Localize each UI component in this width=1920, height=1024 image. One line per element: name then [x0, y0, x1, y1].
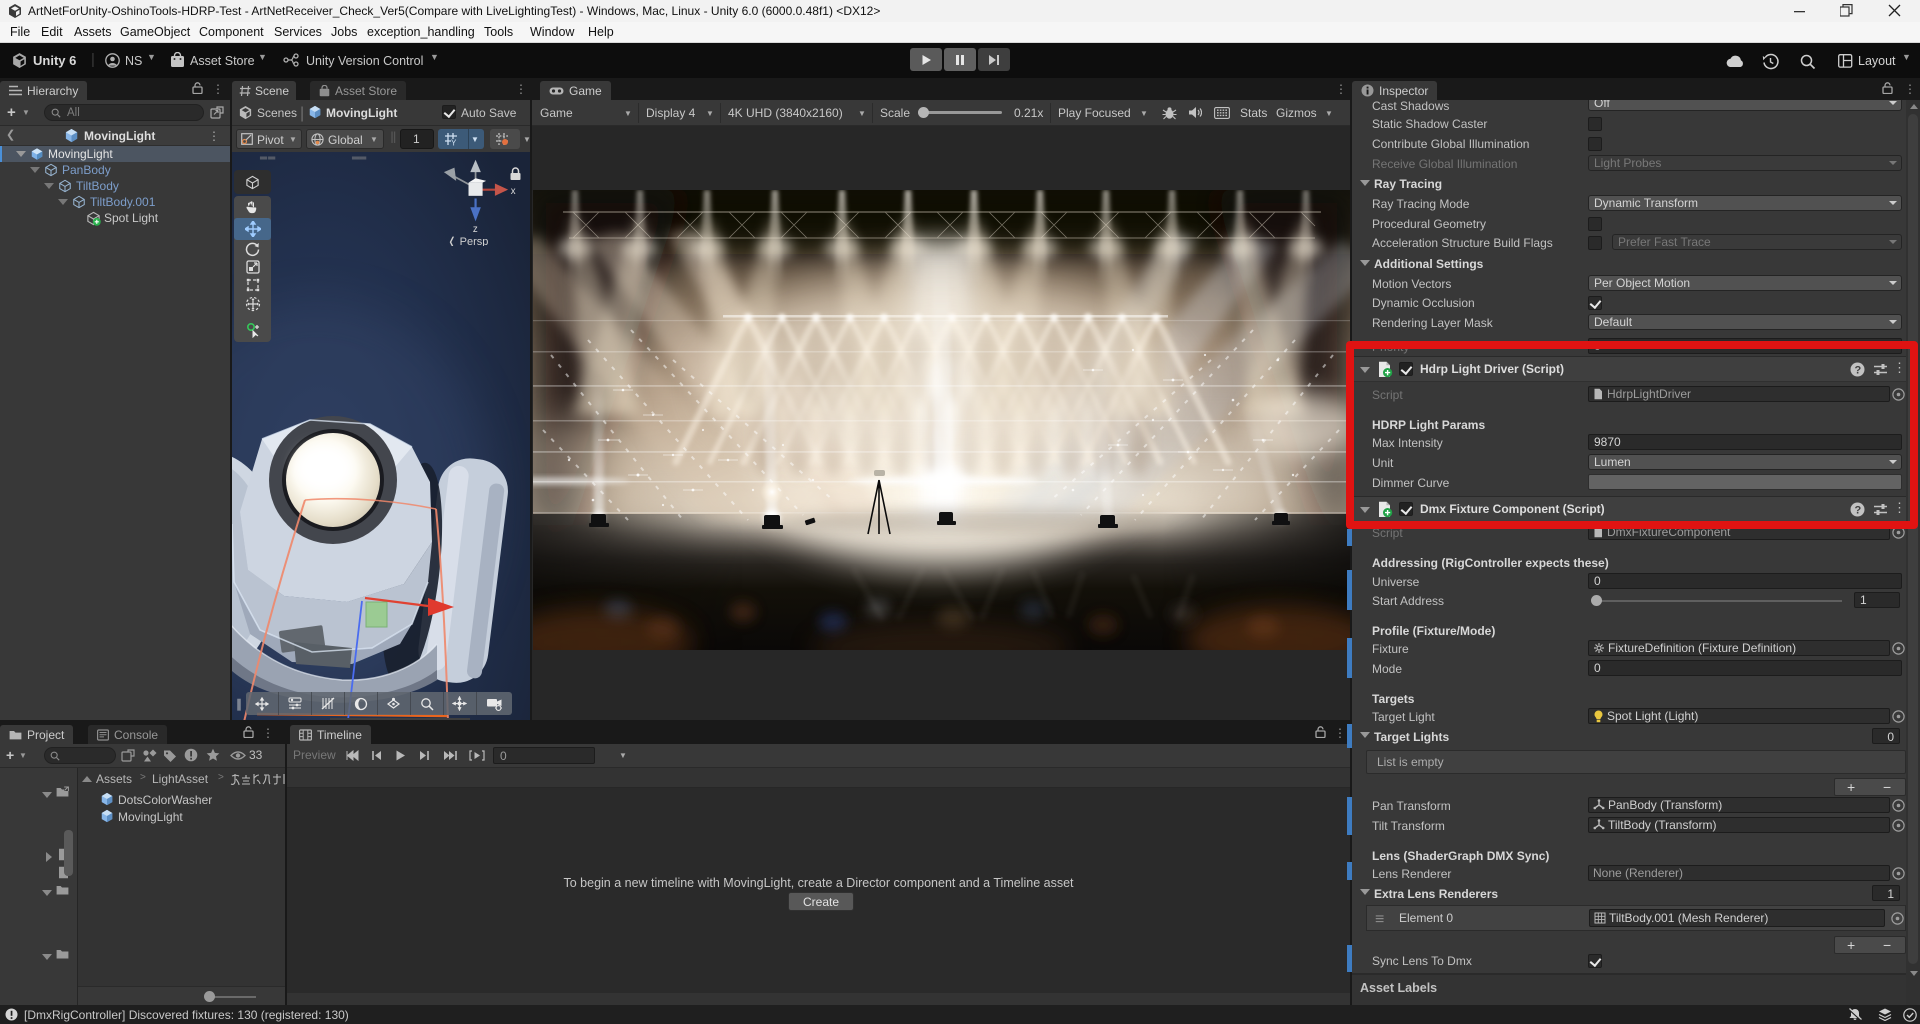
svg-text:❬ Persp: ❬ Persp: [447, 236, 488, 246]
svg-text:z: z: [473, 224, 478, 235]
svg-text:x: x: [511, 186, 516, 197]
svg-text:Y: Y: [451, 139, 457, 147]
